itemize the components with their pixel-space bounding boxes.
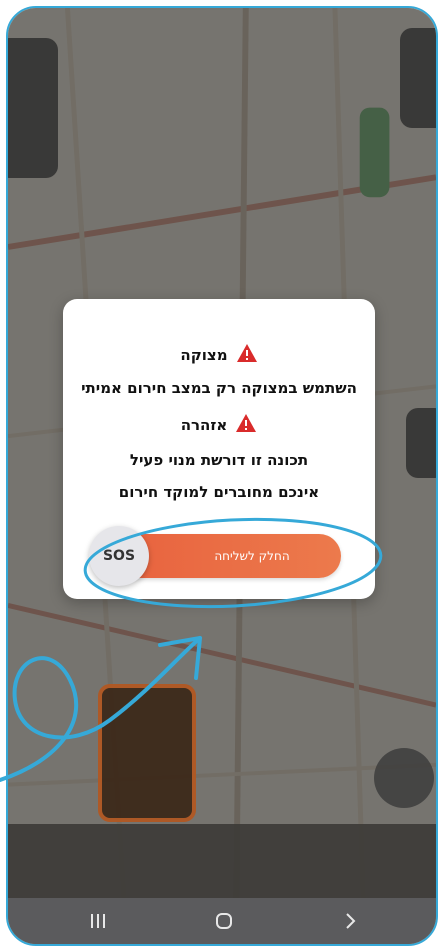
alert-title-row: מצוקה (63, 343, 375, 365)
warning-triangle-icon (236, 414, 257, 432)
back-button[interactable] (320, 898, 380, 944)
bottom-tab-bar (8, 824, 436, 904)
warning-title-row: אזהרה (63, 413, 375, 435)
connection-status-text: אינכם מחוברים למוקד חירום (118, 483, 320, 501)
home-icon (216, 913, 232, 929)
map-control-bottom-right (374, 748, 434, 808)
sos-slider-knob[interactable]: SOS (89, 526, 149, 586)
map-control-right-2 (406, 408, 436, 478)
swipe-to-send-slider[interactable]: החלק לשליחה SOS (89, 526, 341, 586)
warning-text: תכונה זו דורשת מנוי פעיל (129, 451, 309, 469)
system-nav-bar (8, 898, 436, 944)
alert-text: השתמש במצוקה רק במצב חירום אמיתי (81, 379, 357, 397)
home-button[interactable] (194, 898, 254, 944)
back-icon (346, 913, 356, 929)
map-control-right (400, 28, 436, 128)
warning-triangle-icon (236, 344, 257, 362)
map-control-left (8, 38, 58, 178)
sos-dialog: מצוקה השתמש במצוקה רק במצב חירום אמיתי א… (63, 299, 375, 599)
recent-apps-button[interactable] (68, 898, 128, 944)
recent-apps-icon (91, 914, 105, 928)
warning-title: אזהרה (180, 416, 228, 434)
sos-floating-button (98, 684, 196, 822)
alert-title: מצוקה (180, 346, 228, 364)
slider-label: החלק לשליחה (214, 549, 290, 563)
